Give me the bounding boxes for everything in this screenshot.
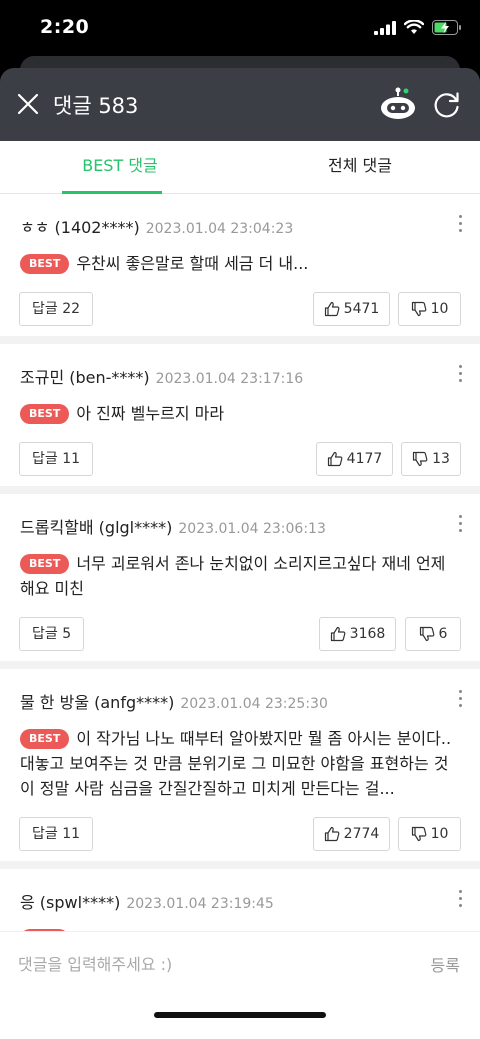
dislike-button[interactable]: 6 — [405, 617, 461, 651]
thumbs-down-icon — [411, 301, 426, 317]
more-options-button[interactable] — [454, 513, 466, 535]
dislike-count: 6 — [438, 626, 448, 642]
like-count: 3168 — [349, 626, 386, 642]
comments-header: 댓글 583 — [0, 68, 480, 141]
comment-item: 조규민 (ben-****) 2023.01.04 23:17:16 BEST 아 … — [0, 344, 480, 494]
thumbs-down-icon — [411, 826, 426, 842]
comment-date: 2023.01.04 23:25:30 — [180, 696, 328, 712]
comment-date: 2023.01.04 23:04:23 — [145, 221, 294, 237]
best-badge: BEST — [20, 554, 70, 574]
more-options-button[interactable] — [454, 363, 466, 385]
comment-content: 이 작가님 나노 때부터 알아봤지만 뭘 좀 아시는 분이다.. 대놓고 보여주… — [20, 729, 452, 798]
comment-input[interactable] — [18, 944, 398, 984]
refresh-icon — [434, 92, 459, 118]
status-icons — [374, 20, 462, 35]
battery-charging-icon — [432, 20, 461, 35]
comment-header: 응 (spwl****) 2023.01.04 23:19:45 — [20, 889, 274, 913]
like-button[interactable]: 4177 — [316, 442, 393, 476]
more-options-button[interactable] — [454, 688, 466, 710]
dislike-button[interactable]: 10 — [398, 817, 461, 851]
reply-button[interactable]: 답글 11 — [19, 817, 94, 851]
tab-label: 전체 댓글 — [328, 156, 392, 175]
comment-item: 응 (spwl****)2023.01.04 23:19:45 BEST — [0, 869, 480, 931]
thumbs-up-icon — [324, 301, 340, 317]
dislike-button[interactable]: 10 — [398, 292, 461, 326]
comment-tabs: BEST 댓글 전체 댓글 — [0, 141, 480, 194]
comment-header: 드롭킥할배 (glgl****) 2023.01.04 23:06:13 — [20, 514, 326, 538]
comment-input-bar: 등록 — [0, 931, 480, 1039]
comment-text: BEST 아 진짜 벨누르지 마라 — [20, 401, 460, 426]
comment-author[interactable]: 응 (spwl****) — [20, 893, 120, 912]
like-button[interactable]: 3168 — [319, 617, 396, 651]
comment-author[interactable]: 조규민 (ben-****) — [20, 368, 150, 387]
reply-button[interactable]: 답글 22 — [19, 292, 94, 326]
comment-text: BEST 이 작가님 나노 때부터 알아봤지만 뭘 좀 아시는 분이다.. 대놓고… — [20, 726, 460, 801]
comment-header: 조규민 (ben-****) 2023.01.04 23:17:16 — [20, 364, 303, 388]
tab-all-comments[interactable]: 전체 댓글 — [240, 141, 480, 194]
thumbs-down-icon — [412, 451, 428, 467]
thumbs-up-icon — [327, 451, 343, 467]
thumbs-up-icon — [324, 826, 340, 842]
comment-header: 물 한 방울 (anfg****) 2023.01.04 23:25:30 — [20, 689, 328, 713]
status-bar: 2:20 — [0, 0, 480, 58]
comment-item: ㅎㅎ (1402****) 2023.01.04 23:04:23 BEST 우찬씨… — [0, 194, 480, 344]
comment-header: ㅎㅎ (1402****) 2023.01.04 23:04:23 — [20, 214, 293, 238]
like-count: 5471 — [343, 301, 380, 317]
submit-comment-button[interactable]: 등록 — [431, 952, 460, 976]
comment-date: 2023.01.04 23:17:16 — [155, 371, 304, 387]
like-count: 2774 — [343, 826, 380, 842]
best-badge: BEST — [20, 729, 70, 749]
dislike-button[interactable]: 13 — [401, 442, 461, 476]
close-icon — [17, 93, 39, 115]
reply-button[interactable]: 답글 5 — [19, 617, 85, 651]
like-count: 4177 — [346, 451, 383, 467]
signal-icon — [374, 20, 396, 35]
home-indicator — [154, 1012, 326, 1018]
comments-panel: BEST 댓글 전체 댓글 ㅎㅎ (1402****) 2023.01.04 23… — [0, 141, 480, 1039]
comment-date: 2023.01.04 23:06:13 — [178, 521, 326, 537]
tab-best-comments[interactable]: BEST 댓글 — [0, 141, 240, 194]
best-badge: BEST — [20, 404, 70, 424]
dislike-count: 10 — [430, 826, 449, 842]
comment-item: 드롭킥할배 (glgl****) 2023.01.04 23:06:13 BEST… — [0, 494, 480, 669]
header-title: 댓글 583 — [53, 94, 139, 118]
best-badge: BEST — [20, 254, 70, 274]
robot-icon — [381, 87, 415, 119]
tab-label: BEST 댓글 — [82, 156, 158, 175]
comment-date: 2023.01.04 23:19:45 — [126, 896, 274, 912]
comment-author[interactable]: 물 한 방울 (anfg****) — [20, 693, 174, 712]
more-options-button[interactable] — [454, 213, 466, 235]
comment-content: 우찬씨 좋은말로 할때 세금 더 내... — [76, 254, 309, 273]
status-time: 2:20 — [40, 16, 90, 38]
comment-content: 너무 괴로워서 존나 눈치없이 소리지르고싶다 재네 언제해요 미친 — [20, 554, 446, 598]
dislike-count: 10 — [430, 301, 449, 317]
thumbs-up-icon — [330, 626, 346, 642]
more-options-button[interactable] — [454, 888, 466, 910]
comment-item: 물 한 방울 (anfg****) 2023.01.04 23:25:30 BES… — [0, 669, 480, 869]
reply-button[interactable]: 답글 11 — [19, 442, 94, 476]
dislike-count: 13 — [432, 451, 450, 467]
like-button[interactable]: 2774 — [313, 817, 390, 851]
comment-text: BEST 우찬씨 좋은말로 할때 세금 더 내... — [20, 251, 460, 276]
comment-content: 아 진짜 벨누르지 마라 — [76, 404, 225, 423]
wifi-icon — [404, 20, 424, 34]
cleanbot-button[interactable] — [378, 86, 418, 122]
comment-author[interactable]: ㅎㅎ (1402****) — [20, 218, 140, 237]
close-button[interactable] — [14, 90, 42, 118]
comment-text: BEST 너무 괴로워서 존나 눈치없이 소리지르고싶다 재네 언제해요 미친 — [20, 551, 460, 601]
thumbs-down-icon — [419, 626, 434, 642]
like-button[interactable]: 5471 — [313, 292, 390, 326]
comment-author[interactable]: 드롭킥할배 (glgl****) — [20, 518, 172, 537]
refresh-button[interactable] — [432, 90, 462, 120]
